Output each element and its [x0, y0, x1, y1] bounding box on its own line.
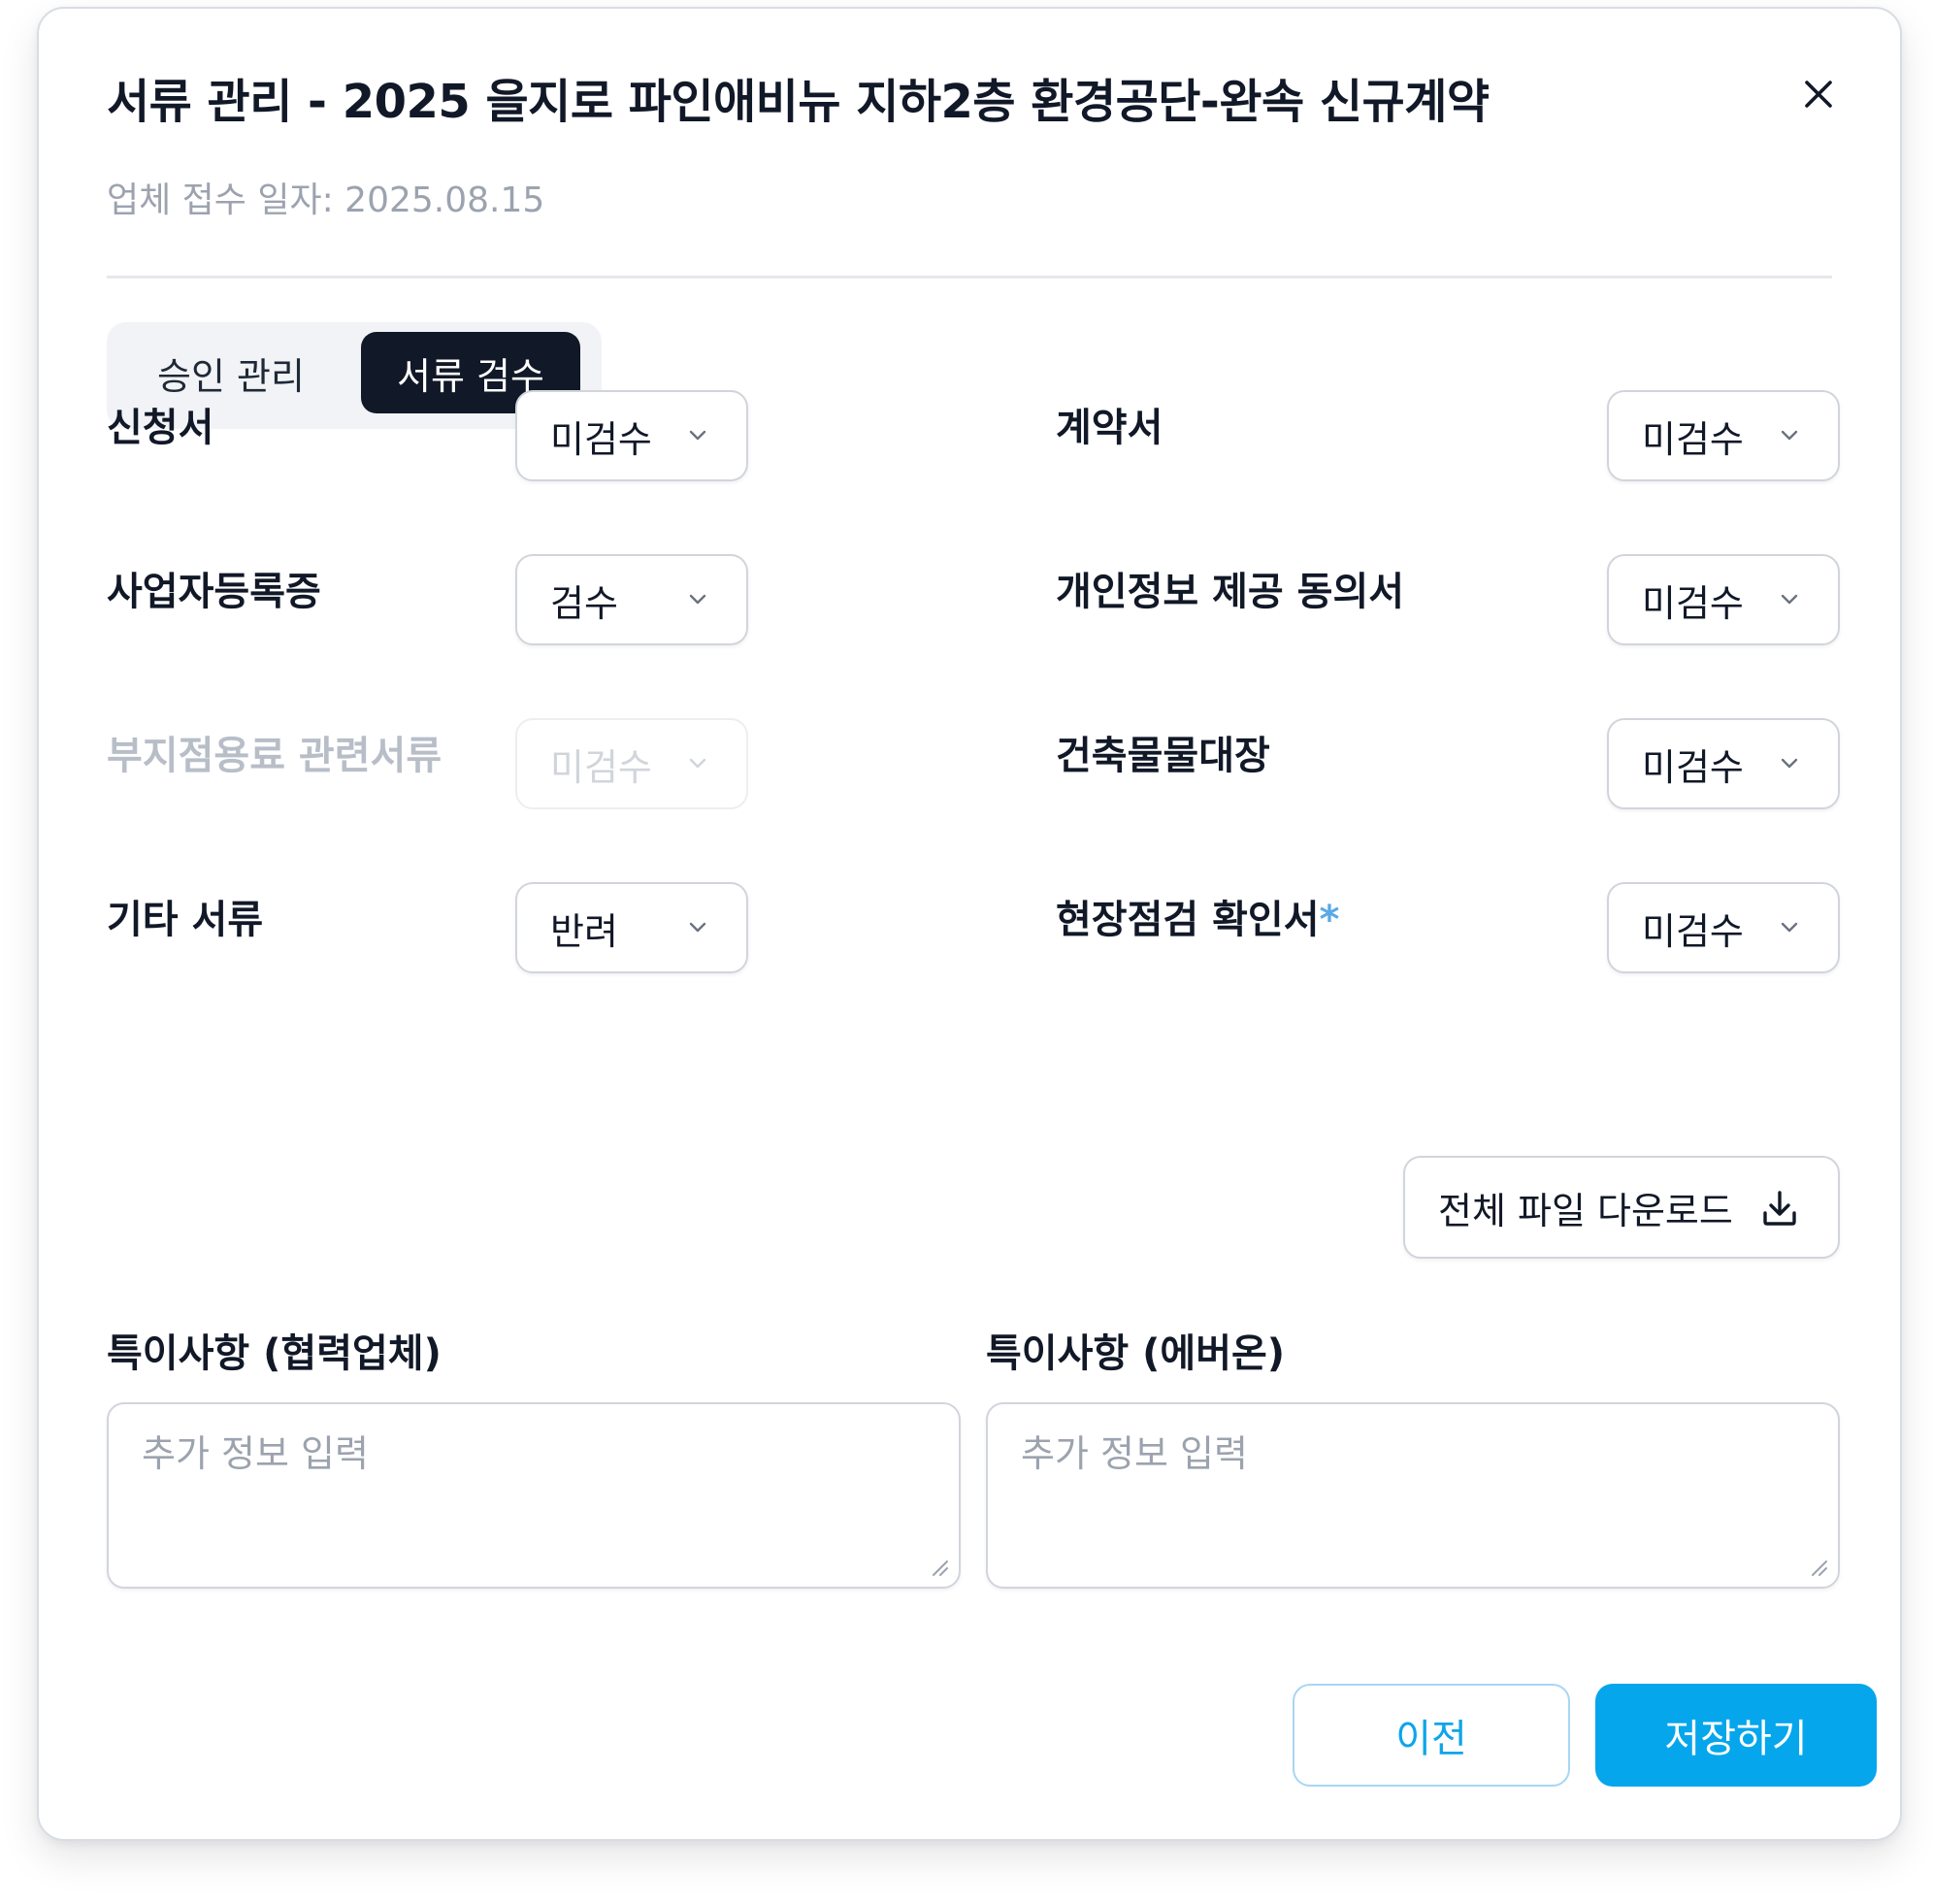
doc-label-application: 신청서	[107, 406, 214, 450]
doc-label-site-usage-fee: 부지점용료 관련서류	[107, 734, 442, 778]
save-button[interactable]: 저장하기	[1595, 1684, 1877, 1787]
doc-label-site-inspection: 현장점검 확인서*	[1056, 901, 1339, 939]
document-management-dialog: 서류 관리 - 2025 을지로 파인애비뉴 지하2층 환경공단-완속 신규계약…	[37, 7, 1902, 1841]
status-value: 미검수	[1642, 417, 1744, 461]
doc-label-contract: 계약서	[1056, 406, 1163, 450]
status-value: 미검수	[1642, 745, 1744, 789]
chevron-down-icon	[1779, 917, 1800, 938]
status-value: 검수	[550, 581, 618, 625]
previous-button[interactable]: 이전	[1293, 1684, 1570, 1787]
required-mark: *	[1319, 898, 1340, 942]
chevron-down-icon	[1779, 589, 1800, 610]
status-select-site-inspection[interactable]: 미검수	[1607, 882, 1840, 973]
status-select-contract[interactable]: 미검수	[1607, 390, 1840, 481]
status-select-other-documents[interactable]: 반려	[515, 882, 748, 973]
status-select-building-register[interactable]: 미검수	[1607, 718, 1840, 809]
notes-partner-textarea[interactable]: 추가 정보 입력	[107, 1402, 961, 1589]
chevron-down-icon	[1779, 753, 1800, 774]
close-button[interactable]	[1797, 73, 1840, 115]
header-divider	[107, 276, 1832, 279]
status-value: 미검수	[550, 745, 652, 789]
chevron-down-icon	[687, 589, 708, 610]
receipt-date: 업체 접수 일자: 2025.08.15	[107, 181, 545, 220]
download-icon	[1758, 1187, 1801, 1230]
notes-label-partner: 특이사항 (협력업체)	[107, 1331, 442, 1376]
chevron-down-icon	[687, 425, 708, 446]
close-icon	[1797, 73, 1840, 115]
chevron-down-icon	[1779, 425, 1800, 446]
status-select-site-usage-fee: 미검수	[515, 718, 748, 809]
status-value: 미검수	[550, 417, 652, 461]
notes-everon-textarea[interactable]: 추가 정보 입력	[986, 1402, 1840, 1589]
resize-handle-icon[interactable]	[1807, 1556, 1828, 1577]
tab-approval-management[interactable]: 승인 관리	[118, 332, 344, 413]
chevron-down-icon	[687, 753, 708, 774]
doc-label-building-register: 건축물물대장	[1056, 734, 1270, 778]
placeholder: 추가 정보 입력	[1021, 1432, 1248, 1475]
status-value: 미검수	[1642, 581, 1744, 625]
doc-label-other-documents: 기타 서류	[107, 898, 264, 942]
status-select-privacy-consent[interactable]: 미검수	[1607, 554, 1840, 645]
doc-label-privacy-consent: 개인정보 제공 동의서	[1056, 570, 1405, 614]
chevron-down-icon	[687, 917, 708, 938]
placeholder: 추가 정보 입력	[142, 1432, 369, 1475]
status-select-business-registration[interactable]: 검수	[515, 554, 748, 645]
status-value: 미검수	[1642, 909, 1744, 953]
resize-handle-icon[interactable]	[928, 1556, 949, 1577]
status-value: 반려	[550, 909, 618, 953]
status-select-application[interactable]: 미검수	[515, 390, 748, 481]
dialog-title: 서류 관리 - 2025 을지로 파인애비뉴 지하2층 환경공단-완속 신규계약	[107, 75, 1490, 129]
download-all-label: 전체 파일 다운로드	[1438, 1189, 1733, 1232]
download-all-button[interactable]: 전체 파일 다운로드	[1403, 1156, 1840, 1259]
doc-label-business-registration: 사업자등록증	[107, 570, 321, 614]
doc-label-text: 현장점검 확인서	[1056, 898, 1320, 942]
notes-label-everon: 특이사항 (에버온)	[986, 1331, 1286, 1376]
